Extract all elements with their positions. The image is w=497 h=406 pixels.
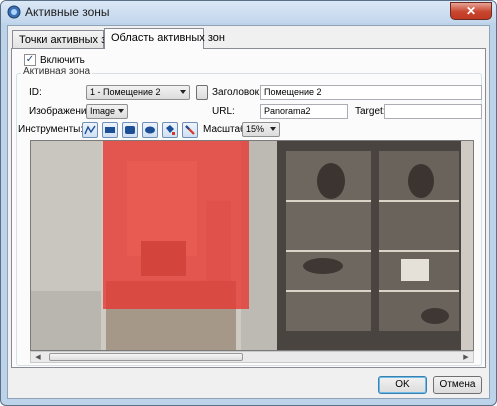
header-label: Заголовок:: [212, 87, 262, 98]
enable-label: Включить: [40, 55, 85, 66]
header-input-value: Помещение 2: [264, 87, 322, 97]
chevron-down-icon: [270, 127, 276, 131]
id-select[interactable]: 1 - Помещение 2: [86, 85, 190, 100]
group-title: Активная зона: [21, 66, 93, 77]
chevron-down-icon: [118, 109, 124, 113]
close-icon: ✕: [465, 4, 477, 18]
tools-label: Инструменты:: [18, 124, 84, 135]
scale-select[interactable]: 15%: [242, 122, 280, 137]
scroll-right-icon[interactable]: ▶: [461, 353, 471, 362]
eraser-tool-icon: [185, 125, 195, 135]
ellipse-tool-button[interactable]: [142, 122, 158, 138]
polyline-tool-icon: [84, 125, 96, 135]
dialog-window: Активные зоны ✕ Точки активных зон Облас…: [0, 0, 497, 406]
cancel-button-label: Отмена: [439, 379, 476, 390]
check-icon: ✓: [25, 54, 35, 65]
scroll-left-icon[interactable]: ◀: [33, 353, 43, 362]
target-input[interactable]: [384, 104, 482, 119]
dialog-client: Точки активных зон Область активных зон …: [7, 25, 490, 399]
rounded-rectangle-tool-button[interactable]: [122, 122, 138, 138]
tab-hotspot-areas[interactable]: Область активных зон: [104, 28, 225, 49]
image-select-value: Image: [90, 106, 116, 116]
panorama-viewer[interactable]: [30, 140, 474, 351]
id-label: ID:: [29, 87, 42, 98]
ellipse-tool-icon: [145, 126, 155, 134]
app-icon: [7, 5, 21, 19]
enable-checkbox[interactable]: ✓: [24, 54, 36, 66]
rounded-rectangle-tool-icon: [125, 126, 135, 134]
header-input[interactable]: Помещение 2: [260, 85, 482, 100]
scale-select-value: 15%: [246, 124, 265, 134]
id-select-value: 1 - Помещение 2: [90, 87, 161, 97]
cancel-button[interactable]: Отмена: [433, 376, 482, 394]
title-bar[interactable]: Активные зоны ✕: [1, 1, 496, 23]
chevron-down-icon: [180, 90, 186, 94]
image-label: Изображение:: [29, 106, 95, 117]
eraser-tool-button[interactable]: [182, 122, 198, 138]
rectangle-tool-button[interactable]: [102, 122, 118, 138]
url-input[interactable]: Panorama2: [260, 104, 348, 119]
active-zone-overlay[interactable]: [103, 141, 249, 309]
close-button[interactable]: ✕: [450, 2, 492, 20]
polyline-tool-button[interactable]: [82, 122, 98, 138]
tab-label: Область активных зон: [111, 32, 225, 44]
fill-tool-icon: [166, 125, 175, 135]
url-input-value: Panorama2: [264, 106, 311, 116]
window-title: Активные зоны: [25, 5, 110, 19]
rectangle-tool-icon: [105, 127, 115, 133]
ok-button-label: OK: [395, 379, 410, 390]
panorama-image: [31, 141, 473, 350]
scroll-thumb[interactable]: [49, 353, 243, 361]
id-details-button[interactable]: [196, 85, 208, 100]
ok-button[interactable]: OK: [378, 376, 427, 394]
horizontal-scrollbar[interactable]: ◀ ▶: [30, 351, 474, 363]
image-select[interactable]: Image: [86, 104, 128, 119]
url-label: URL:: [212, 106, 235, 117]
tab-hotspot-points[interactable]: Точки активных зон: [12, 30, 118, 48]
fill-tool-button[interactable]: [162, 122, 178, 138]
target-label: Target:: [355, 106, 386, 117]
